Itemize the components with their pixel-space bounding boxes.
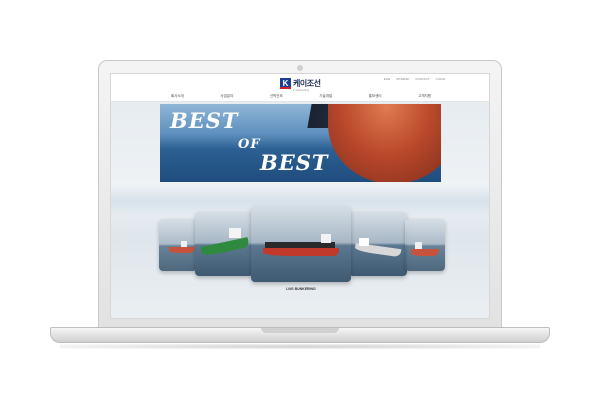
util-link-contact[interactable]: CONTACT <box>415 77 429 81</box>
nav-item-company[interactable]: 회사소개 <box>171 94 184 99</box>
lid-opening-notch <box>261 328 339 333</box>
laptop-screen: ENG SITEMAP CONTACT LOGIN K 케이조선 K Shipb… <box>110 73 490 319</box>
utility-links: ENG SITEMAP CONTACT LOGIN <box>384 77 445 81</box>
nav-item-shipbuilding[interactable]: 선박건조 <box>270 94 283 99</box>
nav-item-business[interactable]: 사업분야 <box>220 94 233 99</box>
ship-hull <box>263 248 339 256</box>
ship-bridge <box>415 242 422 249</box>
ship-bridge <box>229 228 241 238</box>
site-header: ENG SITEMAP CONTACT LOGIN K 케이조선 K Shipb… <box>111 74 489 102</box>
site-body: BEST OF BEST LNG BUNKERING <box>111 102 489 318</box>
ship-hull <box>200 237 250 257</box>
logo-mark-icon: K <box>280 78 291 89</box>
util-link-eng[interactable]: ENG <box>384 77 391 81</box>
util-link-sitemap[interactable]: SITEMAP <box>396 77 409 81</box>
util-link-login[interactable]: LOGIN <box>436 77 445 81</box>
ship-bridge <box>359 238 369 246</box>
laptop-shadow <box>60 344 540 349</box>
logo-name: 케이조선 <box>293 79 321 88</box>
main-nav: 회사소개 사업분야 선박건조 기술개발 홍보센터 고객지원 <box>171 94 431 99</box>
nav-item-pr[interactable]: 홍보센터 <box>369 94 382 99</box>
webcam-icon <box>297 65 303 71</box>
carousel-card-3-active[interactable] <box>251 206 351 282</box>
carousel-card-1[interactable] <box>159 219 197 271</box>
nav-item-technology[interactable]: 기술개발 <box>319 94 332 99</box>
carousel-caption: LNG BUNKERING <box>286 287 316 291</box>
carousel-card-4[interactable] <box>349 212 407 276</box>
site-logo[interactable]: K 케이조선 K Shipbuilding <box>280 78 321 92</box>
ship-bridge <box>181 241 187 247</box>
carousel-card-2[interactable] <box>195 212 253 276</box>
laptop-lid: ENG SITEMAP CONTACT LOGIN K 케이조선 K Shipb… <box>98 60 502 328</box>
ship-hull <box>169 247 195 253</box>
nav-item-support[interactable]: 고객지원 <box>418 94 431 99</box>
laptop-base <box>50 327 550 343</box>
carousel-card-5[interactable] <box>405 219 445 271</box>
ship-hull <box>411 249 439 256</box>
logo-subtitle: K Shipbuilding <box>293 89 309 92</box>
ship-carousel: LNG BUNKERING <box>111 102 489 318</box>
ship-bridge <box>321 234 331 243</box>
